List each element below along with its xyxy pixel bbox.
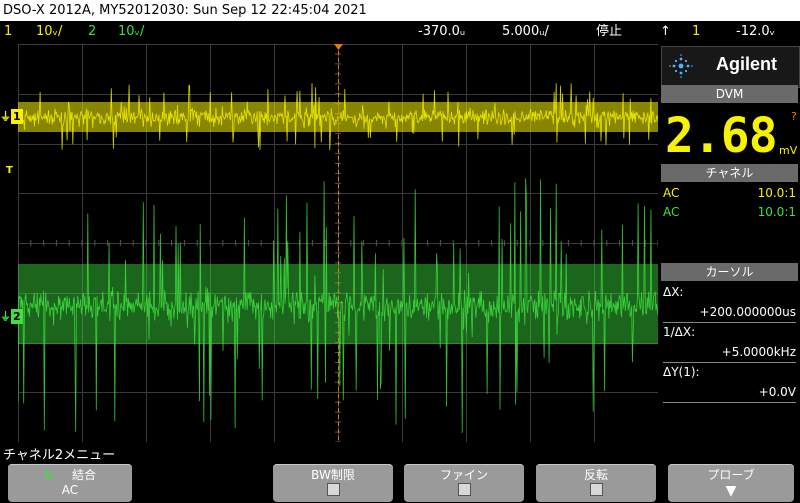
delta-x-value: +200.000000us	[699, 305, 796, 319]
divider	[663, 402, 796, 403]
dvm-value: 2.68	[665, 108, 778, 164]
softkey-probe[interactable]: プローブ ▼	[668, 464, 794, 502]
trigger-level[interactable]: -12.0ᵥ	[736, 21, 775, 43]
divider	[663, 322, 796, 323]
menu-title: チャネル2メニュー	[3, 448, 116, 463]
dvm-warning-flag: ?	[791, 110, 797, 123]
trigger-slope-icon[interactable]: ↑	[660, 21, 671, 43]
dvm-header: DVM	[661, 85, 798, 103]
dvm-unit: mV	[779, 144, 798, 157]
time-scale[interactable]: 5.000ᵤ/	[502, 21, 549, 43]
invert-checkbox[interactable]	[589, 483, 603, 496]
time-delay[interactable]: -370.0ᵤ	[418, 21, 465, 43]
ch2-number[interactable]: 2	[88, 21, 96, 43]
softkey-coupling[interactable]: ↻ 結合 AC	[8, 464, 132, 502]
rotate-knob-icon: ↻	[43, 468, 55, 482]
delta-y-label: ΔY(1):	[663, 365, 700, 379]
title-bar: DSO-X 2012A, MY52012030: Sun Sep 12 22:4…	[0, 0, 800, 21]
status-bar: 1 10ᵥ/ 2 10ᵥ/ -370.0ᵤ 5.000ᵤ/ 停止 ↑ 1 -12…	[0, 21, 800, 43]
delta-y-value: +0.0V	[758, 385, 796, 399]
softkey-invert[interactable]: 反転	[536, 464, 656, 502]
run-state: 停止	[596, 24, 623, 39]
inv-delta-x-value: +5.0000kHz	[721, 345, 796, 359]
submenu-arrow-down-icon: ▼	[725, 483, 737, 499]
channel-row-1: AC 10.0:1	[663, 186, 796, 200]
softkey-bw-limit[interactable]: BW制限	[273, 464, 393, 502]
ch2-scale[interactable]: 10ᵥ/	[118, 21, 144, 43]
ch1-scale[interactable]: 10ᵥ/	[36, 21, 62, 43]
divider	[663, 362, 796, 363]
ch1-ground-marker[interactable]: ⏚ 1	[0, 109, 23, 124]
agilent-logo: Agilent	[661, 46, 800, 88]
brand-name: Agilent	[716, 54, 777, 74]
softkey-fine[interactable]: ファイン	[404, 464, 524, 502]
fine-label: ファイン	[439, 468, 488, 482]
waveform-display[interactable]	[18, 44, 658, 442]
coupling-value: AC	[61, 483, 79, 497]
ch1-number[interactable]: 1	[4, 21, 12, 43]
channel-row-2: AC 10.0:1	[663, 205, 796, 219]
bw-limit-checkbox[interactable]	[326, 483, 340, 496]
ch2-ground-marker[interactable]: ⏚ 2	[0, 309, 23, 324]
agilent-spark-icon	[669, 54, 693, 78]
graticule	[18, 44, 658, 442]
probe-label: プローブ	[707, 468, 755, 482]
bw-limit-label: BW制限	[311, 468, 355, 482]
cursor-header: カーソル	[661, 263, 798, 281]
invert-label: 反転	[583, 468, 608, 482]
right-info-panel: Agilent DVM 2.68 mV ? チャネル AC 10.0:1 AC …	[659, 44, 800, 442]
delta-x-label: ΔX:	[663, 285, 684, 299]
trigger-position-icon	[334, 44, 343, 50]
trigger-source[interactable]: 1	[692, 21, 700, 43]
trigger-level-marker[interactable]: T	[6, 163, 13, 178]
channel-header: チャネル	[661, 164, 798, 182]
inv-delta-x-label: 1/ΔX:	[663, 325, 696, 339]
fine-checkbox[interactable]	[457, 483, 471, 496]
